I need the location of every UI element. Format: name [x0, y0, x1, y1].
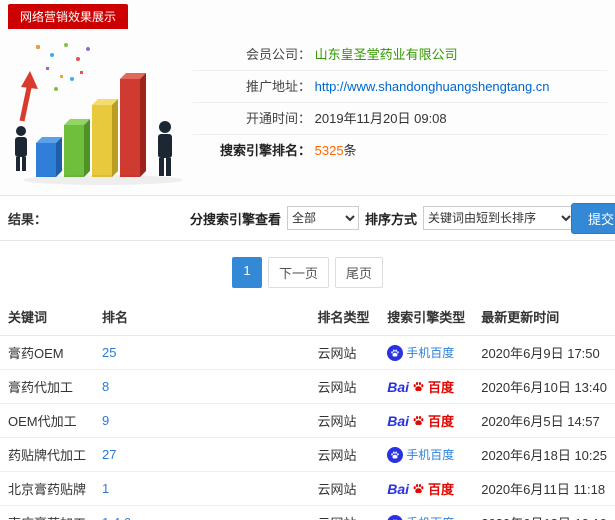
rank-cell: 9 [94, 403, 310, 438]
company-label: 会员公司： [245, 47, 311, 62]
company-info: 会员公司： 山东皇圣堂药业有限公司 推广地址： http://www.shand… [193, 35, 607, 187]
updated-cell: 2020年6月9日 17:50 [473, 335, 615, 370]
engine-filter-label: 分搜索引擎查看 [190, 211, 282, 227]
page-1-button[interactable]: 1 [231, 257, 262, 288]
engine-cell: Bai百度 手机百度 [379, 403, 474, 438]
rank-link[interactable]: 8 [102, 379, 109, 394]
info-row-url: 推广地址： http://www.shandonghuangshengtang.… [193, 71, 607, 103]
rank-link[interactable]: 1,4,6 [102, 515, 131, 520]
rank-cell: 27 [94, 437, 310, 472]
header-updated: 最新更新时间 [473, 298, 615, 336]
baidu-logo-icon: Bai 百度 [387, 412, 455, 430]
rank-cell: 1 [94, 471, 310, 506]
table-row: 膏药代加工 8 云网站 Bai百度 手机百度 2020年6月10日 13:40 [0, 369, 615, 404]
engine-cell: Bai百度 手机百度 [379, 471, 474, 506]
rank-cell: 8 [94, 369, 310, 404]
open-time-label: 开通时间： [245, 111, 311, 126]
updated-cell: 2020年6月18日 10:19 [473, 505, 615, 520]
rank-count-label: 搜索引擎排名： [219, 143, 311, 158]
updated-cell: 2020年6月18日 10:25 [473, 437, 615, 472]
submit-button[interactable]: 提交 [570, 203, 615, 234]
table-row: 枣庄膏药加工 1,4,6 云网站 Bai百度 手机百度 2020年6月18日 1… [0, 505, 615, 520]
rank-count-suffix: 条 [343, 143, 357, 158]
sort-select[interactable]: 关键词由短到长排序 [423, 206, 576, 230]
keyword-cell: 膏药代加工 [0, 369, 95, 404]
info-row-company: 会员公司： 山东皇圣堂药业有限公司 [193, 39, 607, 71]
rank-link[interactable]: 27 [102, 447, 116, 462]
updated-cell: 2020年6月11日 11:18 [473, 471, 615, 506]
paw-icon [391, 349, 399, 357]
businessman-left [15, 126, 27, 171]
sort-label: 排序方式 [365, 211, 418, 227]
rank-link[interactable]: 9 [102, 413, 109, 428]
company-name-link[interactable]: 山东皇圣堂药业有限公司 [315, 47, 458, 62]
keyword-cell: 枣庄膏药加工 [0, 505, 95, 520]
baidu-paw-badge-icon [387, 514, 404, 520]
paw-icon [413, 415, 424, 426]
paw-icon [413, 381, 424, 392]
rank-type-cell: 云网站 [309, 369, 380, 404]
table-row: 北京膏药贴牌 1 云网站 Bai百度 手机百度 2020年6月11日 11:18 [0, 471, 615, 506]
header-rank: 排名 [94, 298, 310, 336]
next-page-button[interactable]: 下一页 [267, 257, 329, 288]
summary-panel: 网络营销效果展示 会员公司： 山东皇圣堂药业有限公司 推广地址： http://… [0, 0, 615, 196]
keyword-cell: OEM代加工 [0, 403, 95, 438]
last-page-button[interactable]: 尾页 [335, 257, 384, 288]
result-label: 结果： [8, 211, 48, 227]
keyword-cell: 北京膏药贴牌 [0, 471, 95, 506]
info-row-rank-count: 搜索引擎排名： 5325条 [193, 135, 607, 167]
table-header-row: 关键词 排名 排名类型 搜索引擎类型 最新更新时间 [0, 298, 615, 336]
engine-cell: Bai百度 手机百度 [379, 437, 474, 472]
mobile-baidu-icon: 手机百度 [387, 344, 454, 361]
header-engine-type: 搜索引擎类型 [379, 298, 474, 336]
paw-icon [413, 483, 424, 494]
mobile-baidu-icon: 手机百度 [387, 446, 454, 463]
rank-type-cell: 云网站 [309, 403, 380, 438]
page-title: 网络营销效果展示 [8, 4, 129, 29]
header-rank-type: 排名类型 [309, 298, 380, 336]
info-row-open-time: 开通时间： 2019年11月20日 09:08 [193, 103, 607, 135]
engine-cell: Bai百度 手机百度 [379, 505, 474, 520]
baidu-logo-icon: Bai 百度 [387, 480, 455, 498]
baidu-paw-badge-icon [387, 344, 404, 361]
updated-cell: 2020年6月5日 14:57 [473, 403, 615, 438]
rank-type-cell: 云网站 [309, 505, 380, 520]
open-time-value: 2019年11月20日 09:08 [314, 111, 447, 126]
rank-link[interactable]: 1 [102, 481, 109, 496]
engine-filter-select[interactable]: 全部 [287, 206, 360, 230]
pagination: 1 下一页 尾页 [0, 257, 615, 288]
keyword-cell: 药贴牌代加工 [0, 437, 95, 472]
url-label: 推广地址： [245, 79, 311, 94]
mobile-baidu-icon: 手机百度 [387, 514, 454, 520]
header-keyword: 关键词 [0, 298, 95, 336]
rank-type-cell: 云网站 [309, 437, 380, 472]
updated-cell: 2020年6月10日 13:40 [473, 369, 615, 404]
table-row: 药贴牌代加工 27 云网站 Bai百度 手机百度 2020年6月18日 10:2… [0, 437, 615, 472]
promotion-url-link[interactable]: http://www.shandonghuangshengtang.cn [315, 79, 550, 94]
engine-cell: Bai百度 手机百度 [379, 369, 474, 404]
businessman-right [158, 121, 172, 176]
rank-cell: 1,4,6 [94, 505, 310, 520]
filter-bar: 结果： 分搜索引擎查看 全部 排序方式 关键词由短到长排序 文章类型 全部 提交 [0, 196, 615, 241]
rank-cell: 25 [94, 335, 310, 370]
rank-type-cell: 云网站 [309, 335, 380, 370]
bar-chart-illustration [15, 43, 183, 185]
baidu-paw-badge-icon [387, 446, 404, 463]
table-row: OEM代加工 9 云网站 Bai百度 手机百度 2020年6月5日 14:57 [0, 403, 615, 438]
baidu-logo-icon: Bai 百度 [387, 378, 455, 396]
rank-type-cell: 云网站 [309, 471, 380, 506]
marketing-illustration-image [8, 35, 193, 187]
keyword-cell: 膏药OEM [0, 335, 95, 370]
paw-icon [391, 451, 399, 459]
keyword-ranking-table: 关键词 排名 排名类型 搜索引擎类型 最新更新时间 膏药OEM 25 云网站 B… [0, 298, 615, 520]
engine-cell: Bai百度 手机百度 [379, 335, 474, 370]
rank-link[interactable]: 25 [102, 345, 116, 360]
table-row: 膏药OEM 25 云网站 Bai百度 手机百度 2020年6月9日 17:50 [0, 335, 615, 370]
rank-count-value: 5325 [314, 143, 344, 158]
up-arrow-icon [19, 71, 38, 122]
